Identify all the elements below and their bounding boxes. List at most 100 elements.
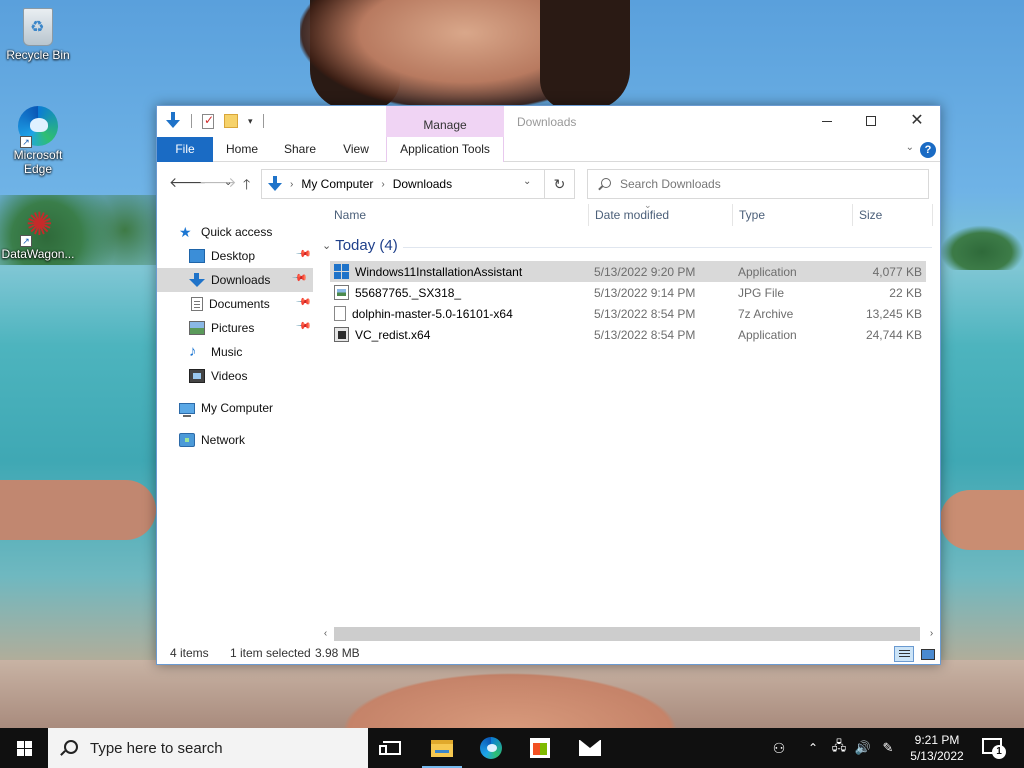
tab-file[interactable]: File <box>157 137 213 162</box>
address-bar[interactable]: › My Computer › Downloads <box>261 169 545 199</box>
taskbar-store[interactable] <box>516 728 564 768</box>
navigation-bar: 🡐 🡒 ⌄ 🡑 › My Computer › Downloads ⌄ ↻ Se… <box>157 162 940 204</box>
taskbar-mail[interactable] <box>566 728 614 768</box>
column-header-size[interactable]: Size <box>859 208 882 222</box>
address-dropdown-icon[interactable]: ⌄ <box>523 176 531 187</box>
desktop-icon-label: DataWagon... <box>1 247 75 261</box>
sidebar-item-music[interactable]: ♪ Music <box>157 340 317 364</box>
sidebar-item-my-computer[interactable]: My Computer <box>157 396 317 420</box>
file-name: VC_redist.x64 <box>355 327 431 342</box>
chevron-right-icon[interactable]: › <box>290 179 293 190</box>
file-type: 7z Archive <box>738 306 794 321</box>
clock-date: 5/13/2022 <box>910 749 964 763</box>
pin-icon: 📌 <box>294 246 312 263</box>
column-header-type[interactable]: Type <box>739 208 765 222</box>
large-icons-view-icon[interactable] <box>918 646 936 662</box>
qat-separator <box>262 114 264 128</box>
group-header-today[interactable]: ⌄ Today (4) <box>322 237 398 254</box>
desktop-icon-recycle-bin[interactable]: Recycle Bin <box>0 8 76 62</box>
tab-application-tools[interactable]: Application Tools <box>386 137 504 162</box>
maximize-button[interactable] <box>848 106 894 136</box>
file-size: 24,744 KB <box>865 327 922 342</box>
sidebar-item-quick-access[interactable]: ★ Quick access <box>157 220 317 244</box>
properties-icon[interactable] <box>202 113 214 129</box>
help-icon[interactable]: ? <box>920 142 936 158</box>
pictures-icon <box>189 321 205 335</box>
chevron-down-icon: ⌄ <box>322 240 332 252</box>
qat-separator <box>191 114 192 128</box>
pen-icon[interactable]: ✎ <box>878 728 898 768</box>
sidebar-item-downloads[interactable]: Downloads 📌 <box>157 268 313 292</box>
file-type: Application <box>738 264 797 279</box>
taskbar-file-explorer[interactable] <box>418 728 466 768</box>
details-view-icon[interactable] <box>894 646 914 662</box>
table-row[interactable]: dolphin-master-5.0-16101-x64 5/13/2022 8… <box>330 303 926 324</box>
window-title: Downloads <box>517 115 577 129</box>
chevron-right-icon[interactable]: › <box>381 179 384 190</box>
column-divider[interactable] <box>732 204 733 226</box>
volume-icon[interactable]: 🔊 <box>852 728 874 768</box>
taskbar: Type here to search ⚇ ⌃ 🖧 🔊 ✎ 9:21 PM 5/… <box>0 728 1024 768</box>
installer-icon <box>334 327 349 342</box>
breadcrumb-my-computer[interactable]: My Computer <box>301 177 373 191</box>
ribbon-tabs: File Home Share View Application Tools ⌄… <box>157 137 940 162</box>
file-date: 5/13/2022 9:20 PM <box>594 264 696 279</box>
tab-view[interactable]: View <box>335 137 377 162</box>
show-hidden-icons-icon[interactable]: ⌃ <box>804 728 822 768</box>
desktop-icon-datawagon[interactable]: ↗ DataWagon... <box>0 205 76 261</box>
archive-file-icon <box>334 306 346 321</box>
column-divider[interactable] <box>852 204 853 226</box>
sidebar-item-label: Pictures <box>211 321 255 335</box>
table-row[interactable]: Windows11InstallationAssistant 5/13/2022… <box>330 261 926 282</box>
taskbar-search-placeholder: Type here to search <box>90 739 223 757</box>
column-headers: ⌄ Name Date modified Type Size <box>322 200 940 226</box>
scroll-right-icon[interactable]: › <box>923 628 940 639</box>
network-status-icon[interactable]: 🖧 <box>828 728 850 768</box>
desktop-icon-microsoft-edge[interactable]: ↗ Microsoft Edge <box>0 106 76 176</box>
sidebar-item-documents[interactable]: Documents 📌 <box>157 292 317 316</box>
task-view-button[interactable] <box>368 728 416 768</box>
sidebar-item-network[interactable]: Network <box>157 428 317 452</box>
file-explorer-icon <box>431 739 453 757</box>
minimize-button[interactable] <box>804 106 850 136</box>
column-divider[interactable] <box>588 204 589 226</box>
sidebar-item-videos[interactable]: Videos <box>157 364 317 388</box>
tab-manage[interactable]: Manage <box>386 106 504 137</box>
customize-qat-dropdown-icon[interactable]: ▾ <box>248 116 253 127</box>
taskbar-edge[interactable] <box>467 728 515 768</box>
file-size: 22 KB <box>889 285 922 300</box>
start-button[interactable] <box>0 728 48 768</box>
column-divider[interactable] <box>932 204 933 226</box>
new-folder-icon[interactable] <box>224 114 238 128</box>
sidebar-item-pictures[interactable]: Pictures 📌 <box>157 316 317 340</box>
scroll-left-icon[interactable]: ‹ <box>317 628 334 639</box>
column-header-name[interactable]: Name <box>334 208 366 222</box>
background-photo <box>940 225 1024 270</box>
expand-ribbon-icon[interactable]: ⌄ <box>906 142 914 153</box>
column-header-date[interactable]: Date modified <box>595 208 669 222</box>
status-bar: 4 items 1 item selected 3.98 MB <box>157 642 940 664</box>
breadcrumb-downloads[interactable]: Downloads <box>393 177 452 191</box>
horizontal-scrollbar[interactable]: ‹ › <box>317 625 940 642</box>
windows-logo-icon <box>16 740 32 756</box>
clock[interactable]: 9:21 PM 5/13/2022 <box>900 732 974 764</box>
recent-locations-button[interactable]: ⌄ <box>224 177 232 188</box>
taskbar-search-box[interactable]: Type here to search <box>48 728 368 768</box>
background-photo <box>940 490 1024 550</box>
people-icon[interactable]: ⚇ <box>766 728 792 768</box>
minimize-icon <box>822 120 832 122</box>
star-icon: ★ <box>179 224 192 240</box>
refresh-button[interactable]: ↻ <box>545 169 575 199</box>
sidebar-item-desktop[interactable]: Desktop 📌 <box>157 244 317 268</box>
content-area: ★ Quick access Desktop 📌 Downloads 📌 Doc… <box>157 200 940 642</box>
music-icon: ♪ <box>189 343 197 360</box>
quick-access-toolbar: ▾ <box>165 112 264 130</box>
up-button[interactable]: 🡑 <box>243 174 250 198</box>
tab-share[interactable]: Share <box>277 137 323 162</box>
tab-home[interactable]: Home <box>219 137 265 162</box>
search-input[interactable]: Search Downloads <box>587 169 929 199</box>
close-button[interactable]: ✕ <box>894 106 940 136</box>
scrollbar-thumb[interactable] <box>334 626 920 641</box>
table-row[interactable]: VC_redist.x64 5/13/2022 8:54 PM Applicat… <box>330 324 926 345</box>
table-row[interactable]: 55687765._SX318_ 5/13/2022 9:14 PM JPG F… <box>330 282 926 303</box>
